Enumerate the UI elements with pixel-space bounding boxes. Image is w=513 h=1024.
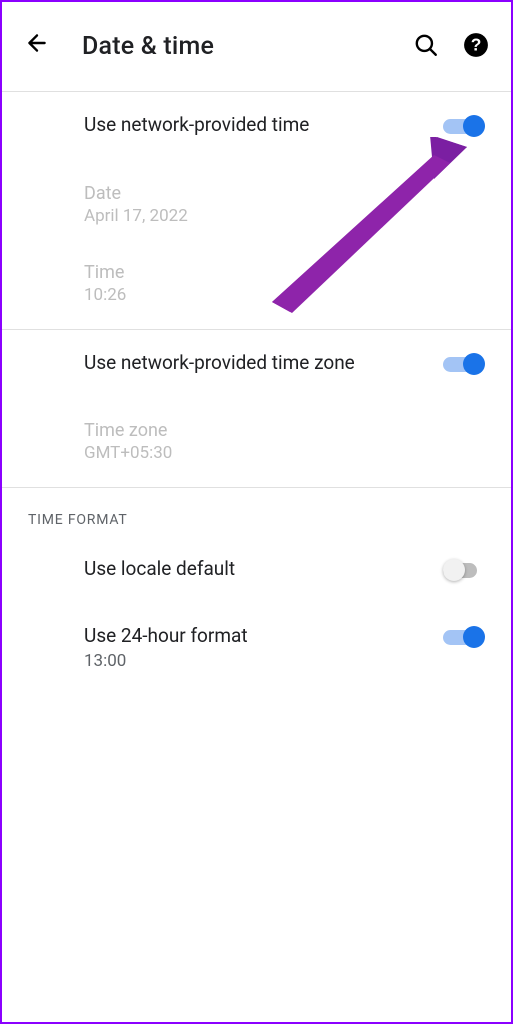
time-label: Time	[84, 262, 485, 283]
hour24-label: Use 24-hour format	[84, 623, 443, 650]
search-icon[interactable]	[413, 32, 439, 62]
svg-text:?: ?	[471, 34, 482, 54]
time-section: Use network-provided time Date April 17,…	[2, 92, 511, 330]
date-value: April 17, 2022	[84, 206, 485, 226]
page-title: Date & time	[82, 32, 413, 61]
timezone-row: Time zone GMT+05:30	[2, 396, 511, 487]
network-time-toggle[interactable]	[443, 114, 485, 138]
time-format-header: Time Format	[2, 488, 511, 536]
header: Date & time ?	[2, 2, 511, 92]
timezone-value: GMT+05:30	[84, 443, 485, 463]
timezone-section: Use network-provided time zone Time zone…	[2, 330, 511, 489]
date-row: Date April 17, 2022	[2, 159, 511, 238]
date-label: Date	[84, 183, 485, 204]
time-value: 10:26	[84, 285, 485, 305]
hour24-sub: 13:00	[84, 651, 443, 671]
network-zone-row[interactable]: Use network-provided time zone	[2, 330, 511, 397]
locale-default-toggle[interactable]	[443, 558, 485, 582]
help-icon[interactable]: ?	[463, 32, 489, 62]
time-row: Time 10:26	[2, 238, 511, 329]
hour24-toggle[interactable]	[443, 625, 485, 649]
locale-default-row[interactable]: Use locale default	[2, 536, 511, 603]
network-time-label: Use network-provided time	[84, 112, 443, 139]
hour24-row[interactable]: Use 24-hour format 13:00	[2, 603, 511, 692]
back-arrow-icon[interactable]	[24, 30, 50, 63]
network-zone-label: Use network-provided time zone	[84, 350, 443, 377]
network-time-row[interactable]: Use network-provided time	[2, 92, 511, 159]
timezone-label: Time zone	[84, 420, 485, 441]
locale-default-label: Use locale default	[84, 556, 443, 583]
network-zone-toggle[interactable]	[443, 352, 485, 376]
